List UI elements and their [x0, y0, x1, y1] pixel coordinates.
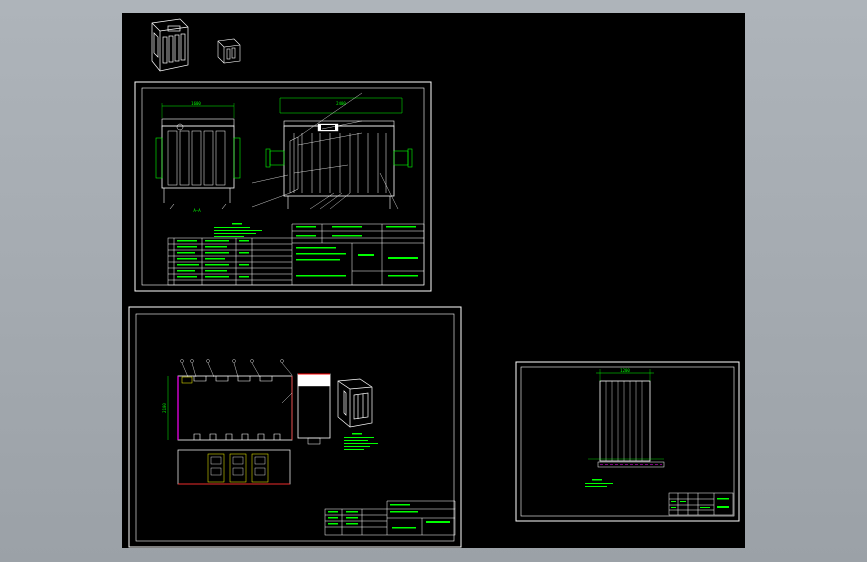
drawing-sheet-1[interactable]: 1600 A—A 2400	[134, 81, 432, 292]
housing-3d-icon	[337, 378, 373, 428]
cabinet-3d-icon	[151, 18, 189, 72]
drawing-sheet-2[interactable]: 2100	[128, 306, 462, 548]
filter-panel-view: 1200	[588, 368, 665, 468]
title-block-2-text	[328, 504, 450, 529]
small-cabinet-3d-icon	[217, 38, 241, 64]
title-block-2	[324, 500, 456, 536]
front-view: 2400	[251, 92, 413, 210]
title-block-3-text	[671, 498, 729, 508]
section-label: A—A	[193, 208, 201, 213]
housing-side-view	[297, 373, 331, 445]
technical-notes	[214, 223, 262, 237]
sheet-2-notes	[344, 433, 378, 450]
drawing-sheet-3[interactable]: 1200	[515, 361, 740, 522]
svg-text:1600: 1600	[191, 101, 201, 106]
svg-text:2100: 2100	[162, 403, 167, 413]
title-block-3	[668, 492, 734, 516]
module-elevation	[177, 449, 291, 485]
housing-plan-view: 2100	[162, 359, 293, 441]
side-view: 1600 A—A	[155, 101, 241, 213]
sheet-3-notes	[585, 479, 613, 487]
cad-model-space[interactable]: 1600 A—A 2400 2100 1200	[122, 13, 745, 548]
svg-text:1200: 1200	[620, 368, 630, 373]
svg-text:2400: 2400	[336, 101, 346, 106]
